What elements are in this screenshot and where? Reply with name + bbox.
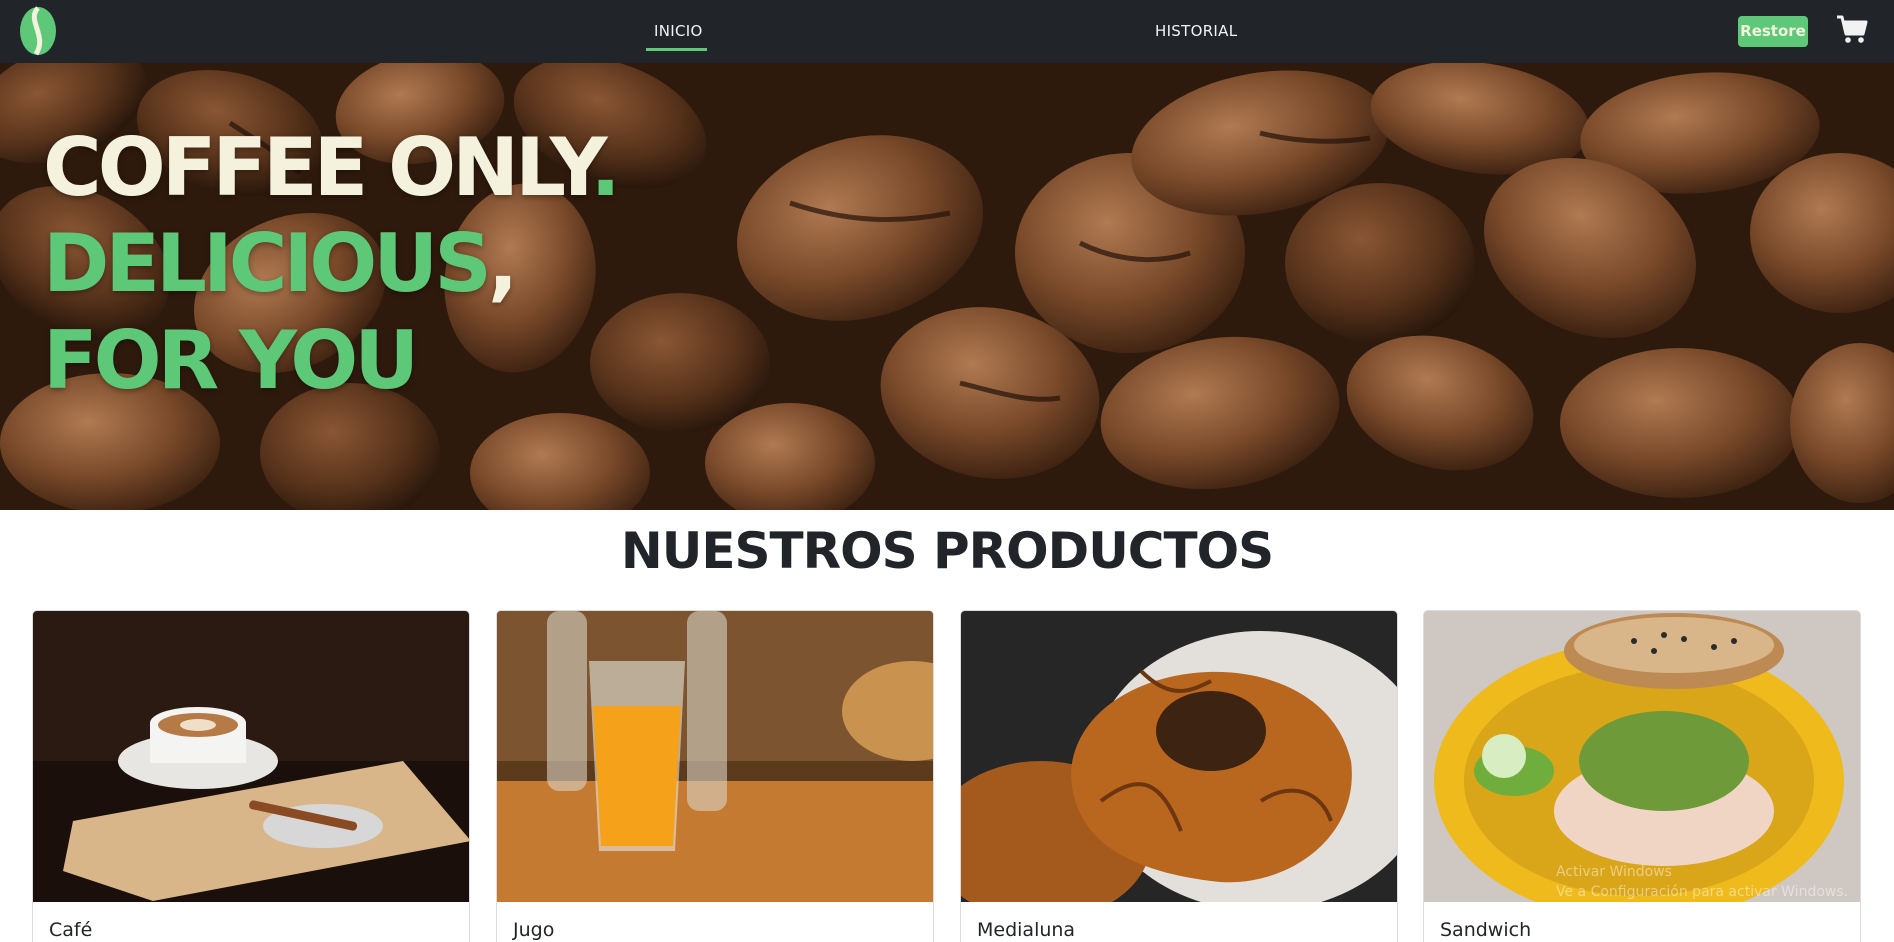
product-card-cafe[interactable]: Café — [32, 610, 470, 942]
product-name: Medialuna — [977, 919, 1076, 941]
active-tab-indicator — [646, 48, 707, 51]
product-name: Café — [49, 919, 93, 941]
product-name: Jugo — [513, 919, 555, 941]
windows-activation-watermark: Activar Windows Ve a Configuración para … — [1556, 862, 1848, 902]
watermark-line-1: Activar Windows — [1556, 864, 1672, 880]
product-image-sandwich — [1424, 611, 1860, 902]
hero-line-1-text: COFFEE ONLY — [43, 121, 594, 214]
hero-headline-line-3: FOR YOU — [43, 314, 419, 407]
products-section-title: NUESTROS PRODUCTOS — [620, 522, 1274, 580]
restore-button[interactable]: Restore — [1738, 16, 1808, 47]
product-card-jugo[interactable]: Jugo — [496, 610, 934, 942]
hero-headline-line-2: DELICIOUS, — [43, 224, 518, 304]
hero-line-2-text: DELICIOUS — [43, 217, 492, 310]
hero-line-1-punct: . — [590, 121, 620, 214]
hero-headline-line-1: COFFEE ONLY. — [43, 128, 621, 208]
product-image-cafe — [33, 611, 469, 902]
hero-line-2-punct: , — [487, 217, 518, 310]
coffee-bean-icon[interactable] — [18, 6, 58, 56]
product-name: Sandwich — [1440, 919, 1532, 941]
product-image-jugo — [497, 611, 933, 902]
nav-link-inicio[interactable]: INICIO — [654, 22, 703, 40]
product-image-medialuna — [961, 611, 1397, 902]
nav-link-historial[interactable]: HISTORIAL — [1155, 22, 1237, 40]
watermark-line-2: Ve a Configuración para activar Windows. — [1556, 884, 1849, 900]
hero-banner: COFFEE ONLY. DELICIOUS, FOR YOU — [0, 63, 1894, 510]
navbar: INICIO HISTORIAL Restore — [0, 0, 1894, 63]
product-card-medialuna[interactable]: Medialuna — [960, 610, 1398, 942]
shopping-cart-icon[interactable] — [1836, 14, 1868, 44]
